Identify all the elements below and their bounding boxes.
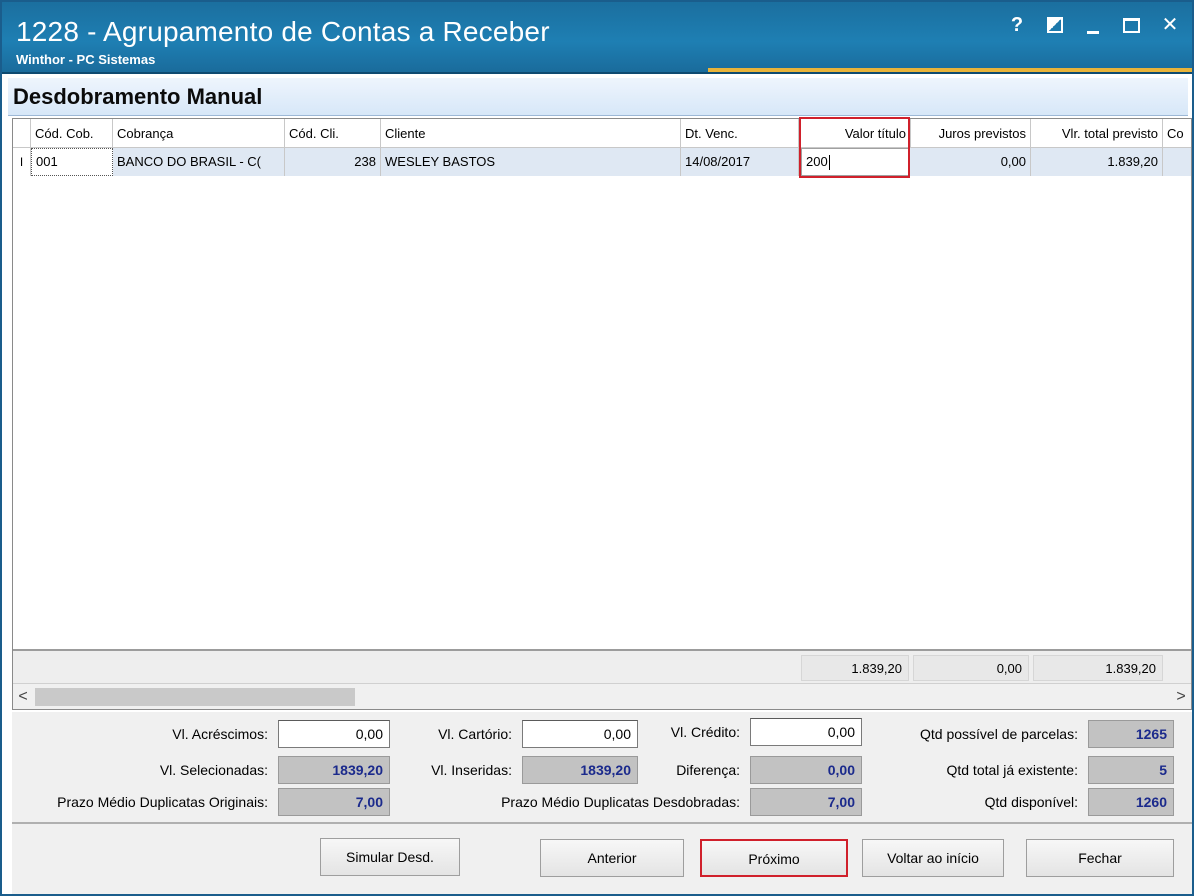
help-icon[interactable]: ? [1007, 14, 1027, 36]
qtd-total-value: 5 [1088, 756, 1174, 784]
prazo-originais-label: Prazo Médio Duplicatas Originais: [57, 794, 268, 810]
column-header-valor-titulo[interactable]: Valor título [799, 119, 911, 148]
vl-cartorio-input[interactable]: 0,00 [522, 720, 638, 748]
qtd-total-label: Qtd total já existente: [946, 762, 1078, 778]
proximo-button[interactable]: Próximo [700, 839, 848, 877]
data-grid[interactable]: Cód. Cob. Cobrança Cód. Cli. Cliente Dt.… [12, 117, 1192, 710]
valor-titulo-edit-input[interactable]: 200 [801, 148, 909, 176]
prazo-desdobradas-label: Prazo Médio Duplicatas Desdobradas: [501, 794, 740, 810]
window-subtitle: Winthor - PC Sistemas [16, 52, 156, 67]
qtd-possivel-value: 1265 [1088, 720, 1174, 748]
qtd-disponivel-value: 1260 [1088, 788, 1174, 816]
app-window: 1228 - Agrupamento de Contas a Receber W… [0, 0, 1194, 896]
summary-panel: Vl. Acréscimos: 0,00 Vl. Cartório: 0,00 … [12, 712, 1192, 822]
vl-credito-label: Vl. Crédito: [670, 724, 740, 740]
cell-juros-previstos[interactable]: 0,00 [911, 148, 1031, 176]
diferenca-label: Diferença: [676, 762, 740, 778]
scroll-right-icon[interactable]: > [1171, 684, 1191, 710]
horizontal-scrollbar[interactable]: < > [13, 683, 1191, 709]
prazo-desdobradas-value: 7,00 [750, 788, 862, 816]
scroll-left-icon[interactable]: < [13, 684, 33, 710]
grid-totals-row: 1.839,20 0,00 1.839,20 [13, 649, 1191, 683]
cell-dt-venc[interactable]: 14/08/2017 [681, 148, 799, 176]
vl-acrescimos-label: Vl. Acréscimos: [172, 726, 268, 742]
column-header-vlr-total-previsto[interactable]: Vlr. total previsto [1031, 119, 1163, 148]
diferenca-value: 0,00 [750, 756, 862, 784]
button-bar: Simular Desd. Anterior Próximo Voltar ao… [12, 824, 1192, 894]
fechar-button[interactable]: Fechar [1026, 839, 1174, 877]
row-indicator: I [13, 148, 31, 176]
cell-cod-cli[interactable]: 238 [285, 148, 381, 176]
contrast-icon[interactable] [1047, 17, 1063, 33]
vl-selecionadas-value: 1839,20 [278, 756, 390, 784]
vl-inseridas-value: 1839,20 [522, 756, 638, 784]
column-header-dt-venc[interactable]: Dt. Venc. [681, 119, 799, 148]
scrollbar-thumb[interactable] [35, 688, 355, 706]
close-icon[interactable]: ✕ [1160, 14, 1180, 36]
total-vlr-total-previsto: 1.839,20 [1033, 655, 1163, 681]
cell-cobranca[interactable]: BANCO DO BRASIL - C( [113, 148, 285, 176]
vl-selecionadas-label: Vl. Selecionadas: [159, 762, 268, 778]
qtd-possivel-label: Qtd possível de parcelas: [920, 726, 1078, 742]
column-header-cliente[interactable]: Cliente [381, 119, 681, 148]
prazo-originais-value: 7,00 [278, 788, 390, 816]
cell-cliente[interactable]: WESLEY BASTOS [381, 148, 681, 176]
section-header: Desdobramento Manual [8, 78, 1188, 116]
section-title: Desdobramento Manual [13, 84, 263, 109]
qtd-disponivel-label: Qtd disponível: [984, 794, 1078, 810]
column-header-cobranca[interactable]: Cobrança [113, 119, 285, 148]
title-bottom-line [2, 72, 1192, 74]
minimize-icon[interactable] [1083, 14, 1103, 36]
table-row[interactable]: I 001 BANCO DO BRASIL - C( 238 WESLEY BA… [13, 148, 1191, 176]
cell-co[interactable] [1163, 148, 1191, 176]
column-header-cod-cli[interactable]: Cód. Cli. [285, 119, 381, 148]
grid-header: Cód. Cob. Cobrança Cód. Cli. Cliente Dt.… [13, 119, 1191, 148]
simular-desd-button[interactable]: Simular Desd. [320, 838, 460, 876]
title-bar: 1228 - Agrupamento de Contas a Receber W… [2, 2, 1192, 74]
total-valor-titulo: 1.839,20 [801, 655, 909, 681]
window-title: 1228 - Agrupamento de Contas a Receber [16, 16, 550, 47]
cell-vlr-total-previsto[interactable]: 1.839,20 [1031, 148, 1163, 176]
cell-cod-cob[interactable]: 001 [31, 148, 113, 176]
vl-inseridas-label: Vl. Inseridas: [431, 762, 512, 778]
total-juros-previstos: 0,00 [913, 655, 1029, 681]
vl-credito-input[interactable]: 0,00 [750, 718, 862, 746]
anterior-button[interactable]: Anterior [540, 839, 684, 877]
voltar-ao-inicio-button[interactable]: Voltar ao início [862, 839, 1004, 877]
vl-cartorio-label: Vl. Cartório: [438, 726, 512, 742]
vl-acrescimos-input[interactable]: 0,00 [278, 720, 390, 748]
header-indicator-column [13, 119, 31, 148]
column-header-cod-cob[interactable]: Cód. Cob. [31, 119, 113, 148]
column-header-juros-previstos[interactable]: Juros previstos [911, 119, 1031, 148]
column-header-co[interactable]: Co [1163, 119, 1191, 148]
maximize-icon[interactable] [1123, 17, 1140, 33]
window-controls: ? ✕ [1007, 14, 1180, 36]
